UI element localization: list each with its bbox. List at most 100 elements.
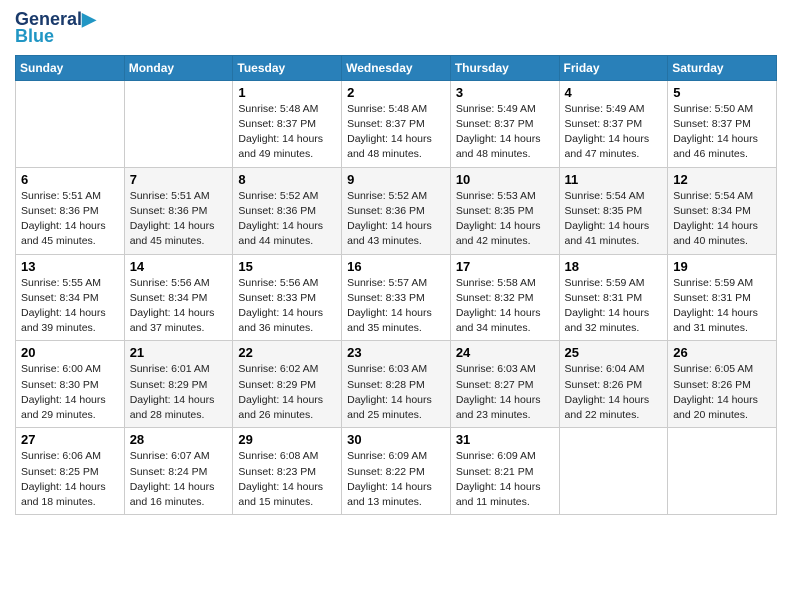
col-header-tuesday: Tuesday — [233, 55, 342, 80]
day-cell: 22 Sunrise: 6:02 AM Sunset: 8:29 PM Dayli… — [233, 341, 342, 428]
day-cell: 3 Sunrise: 5:49 AM Sunset: 8:37 PM Daylig… — [450, 80, 559, 167]
day-number: 23 — [347, 345, 445, 360]
day-number: 28 — [130, 432, 228, 447]
day-info: Sunrise: 5:58 AM Sunset: 8:32 PM Dayligh… — [456, 276, 554, 337]
day-number: 8 — [238, 172, 336, 187]
day-info: Sunrise: 5:53 AM Sunset: 8:35 PM Dayligh… — [456, 189, 554, 250]
day-cell: 8 Sunrise: 5:52 AM Sunset: 8:36 PM Daylig… — [233, 167, 342, 254]
day-cell: 21 Sunrise: 6:01 AM Sunset: 8:29 PM Dayli… — [124, 341, 233, 428]
calendar: SundayMondayTuesdayWednesdayThursdayFrid… — [15, 55, 777, 515]
day-cell: 26 Sunrise: 6:05 AM Sunset: 8:26 PM Dayli… — [668, 341, 777, 428]
day-info: Sunrise: 5:49 AM Sunset: 8:37 PM Dayligh… — [565, 102, 663, 163]
day-number: 15 — [238, 259, 336, 274]
day-cell: 29 Sunrise: 6:08 AM Sunset: 8:23 PM Dayli… — [233, 428, 342, 515]
day-cell: 16 Sunrise: 5:57 AM Sunset: 8:33 PM Dayli… — [342, 254, 451, 341]
day-number: 4 — [565, 85, 663, 100]
day-info: Sunrise: 6:09 AM Sunset: 8:21 PM Dayligh… — [456, 449, 554, 510]
day-cell: 7 Sunrise: 5:51 AM Sunset: 8:36 PM Daylig… — [124, 167, 233, 254]
day-number: 18 — [565, 259, 663, 274]
day-info: Sunrise: 5:52 AM Sunset: 8:36 PM Dayligh… — [347, 189, 445, 250]
day-cell — [124, 80, 233, 167]
day-cell: 31 Sunrise: 6:09 AM Sunset: 8:21 PM Dayli… — [450, 428, 559, 515]
day-cell: 15 Sunrise: 5:56 AM Sunset: 8:33 PM Dayli… — [233, 254, 342, 341]
day-info: Sunrise: 5:48 AM Sunset: 8:37 PM Dayligh… — [347, 102, 445, 163]
day-info: Sunrise: 5:51 AM Sunset: 8:36 PM Dayligh… — [21, 189, 119, 250]
day-cell: 5 Sunrise: 5:50 AM Sunset: 8:37 PM Daylig… — [668, 80, 777, 167]
day-cell: 9 Sunrise: 5:52 AM Sunset: 8:36 PM Daylig… — [342, 167, 451, 254]
day-cell: 24Sunrise: 6:03 AM Sunset: 8:27 PM Dayli… — [450, 341, 559, 428]
week-row-2: 6 Sunrise: 5:51 AM Sunset: 8:36 PM Daylig… — [16, 167, 777, 254]
day-info: Sunrise: 6:07 AM Sunset: 8:24 PM Dayligh… — [130, 449, 228, 510]
day-info: Sunrise: 6:04 AM Sunset: 8:26 PM Dayligh… — [565, 362, 663, 423]
day-cell: 12Sunrise: 5:54 AM Sunset: 8:34 PM Dayli… — [668, 167, 777, 254]
day-number: 30 — [347, 432, 445, 447]
day-number: 10 — [456, 172, 554, 187]
day-info: Sunrise: 6:00 AM Sunset: 8:30 PM Dayligh… — [21, 362, 119, 423]
day-info: Sunrise: 6:08 AM Sunset: 8:23 PM Dayligh… — [238, 449, 336, 510]
day-cell — [559, 428, 668, 515]
day-number: 31 — [456, 432, 554, 447]
day-cell: 20 Sunrise: 6:00 AM Sunset: 8:30 PM Dayli… — [16, 341, 125, 428]
week-row-1: 1 Sunrise: 5:48 AM Sunset: 8:37 PM Daylig… — [16, 80, 777, 167]
day-number: 9 — [347, 172, 445, 187]
day-cell: 25 Sunrise: 6:04 AM Sunset: 8:26 PM Dayli… — [559, 341, 668, 428]
day-cell: 19Sunrise: 5:59 AM Sunset: 8:31 PM Dayli… — [668, 254, 777, 341]
day-info: Sunrise: 5:48 AM Sunset: 8:37 PM Dayligh… — [238, 102, 336, 163]
day-number: 20 — [21, 345, 119, 360]
day-number: 25 — [565, 345, 663, 360]
day-info: Sunrise: 6:05 AM Sunset: 8:26 PM Dayligh… — [673, 362, 771, 423]
day-cell: 23 Sunrise: 6:03 AM Sunset: 8:28 PM Dayli… — [342, 341, 451, 428]
day-cell — [668, 428, 777, 515]
day-info: Sunrise: 5:59 AM Sunset: 8:31 PM Dayligh… — [673, 276, 771, 337]
day-info: Sunrise: 5:56 AM Sunset: 8:33 PM Dayligh… — [238, 276, 336, 337]
day-cell: 27Sunrise: 6:06 AM Sunset: 8:25 PM Dayli… — [16, 428, 125, 515]
day-info: Sunrise: 6:01 AM Sunset: 8:29 PM Dayligh… — [130, 362, 228, 423]
day-info: Sunrise: 5:55 AM Sunset: 8:34 PM Dayligh… — [21, 276, 119, 337]
day-info: Sunrise: 6:03 AM Sunset: 8:28 PM Dayligh… — [347, 362, 445, 423]
day-number: 17 — [456, 259, 554, 274]
day-number: 7 — [130, 172, 228, 187]
col-header-monday: Monday — [124, 55, 233, 80]
day-number: 26 — [673, 345, 771, 360]
day-cell: 4 Sunrise: 5:49 AM Sunset: 8:37 PM Daylig… — [559, 80, 668, 167]
col-header-wednesday: Wednesday — [342, 55, 451, 80]
day-info: Sunrise: 5:50 AM Sunset: 8:37 PM Dayligh… — [673, 102, 771, 163]
day-info: Sunrise: 5:54 AM Sunset: 8:35 PM Dayligh… — [565, 189, 663, 250]
day-cell: 28 Sunrise: 6:07 AM Sunset: 8:24 PM Dayli… — [124, 428, 233, 515]
page: General▶ Blue SundayMondayTuesdayWednesd… — [0, 0, 792, 612]
day-number: 5 — [673, 85, 771, 100]
week-row-5: 27Sunrise: 6:06 AM Sunset: 8:25 PM Dayli… — [16, 428, 777, 515]
day-number: 11 — [565, 172, 663, 187]
day-cell: 13 Sunrise: 5:55 AM Sunset: 8:34 PM Dayli… — [16, 254, 125, 341]
logo-blue: Blue — [15, 26, 54, 47]
day-number: 21 — [130, 345, 228, 360]
day-number: 14 — [130, 259, 228, 274]
day-cell: 10 Sunrise: 5:53 AM Sunset: 8:35 PM Dayli… — [450, 167, 559, 254]
day-cell: 30Sunrise: 6:09 AM Sunset: 8:22 PM Dayli… — [342, 428, 451, 515]
day-cell: 2 Sunrise: 5:48 AM Sunset: 8:37 PM Daylig… — [342, 80, 451, 167]
col-header-friday: Friday — [559, 55, 668, 80]
day-info: Sunrise: 5:49 AM Sunset: 8:37 PM Dayligh… — [456, 102, 554, 163]
day-cell: 14 Sunrise: 5:56 AM Sunset: 8:34 PM Dayli… — [124, 254, 233, 341]
day-info: Sunrise: 5:52 AM Sunset: 8:36 PM Dayligh… — [238, 189, 336, 250]
day-number: 1 — [238, 85, 336, 100]
day-number: 6 — [21, 172, 119, 187]
day-cell: 17 Sunrise: 5:58 AM Sunset: 8:32 PM Dayli… — [450, 254, 559, 341]
week-row-3: 13 Sunrise: 5:55 AM Sunset: 8:34 PM Dayli… — [16, 254, 777, 341]
day-info: Sunrise: 5:57 AM Sunset: 8:33 PM Dayligh… — [347, 276, 445, 337]
day-number: 13 — [21, 259, 119, 274]
day-number: 22 — [238, 345, 336, 360]
day-cell: 18Sunrise: 5:59 AM Sunset: 8:31 PM Dayli… — [559, 254, 668, 341]
day-number: 16 — [347, 259, 445, 274]
day-cell: 6 Sunrise: 5:51 AM Sunset: 8:36 PM Daylig… — [16, 167, 125, 254]
day-info: Sunrise: 6:02 AM Sunset: 8:29 PM Dayligh… — [238, 362, 336, 423]
day-info: Sunrise: 5:56 AM Sunset: 8:34 PM Dayligh… — [130, 276, 228, 337]
day-cell: 11 Sunrise: 5:54 AM Sunset: 8:35 PM Dayli… — [559, 167, 668, 254]
day-number: 29 — [238, 432, 336, 447]
day-info: Sunrise: 5:54 AM Sunset: 8:34 PM Dayligh… — [673, 189, 771, 250]
day-info: Sunrise: 5:51 AM Sunset: 8:36 PM Dayligh… — [130, 189, 228, 250]
col-header-thursday: Thursday — [450, 55, 559, 80]
day-number: 2 — [347, 85, 445, 100]
day-number: 3 — [456, 85, 554, 100]
day-cell: 1 Sunrise: 5:48 AM Sunset: 8:37 PM Daylig… — [233, 80, 342, 167]
